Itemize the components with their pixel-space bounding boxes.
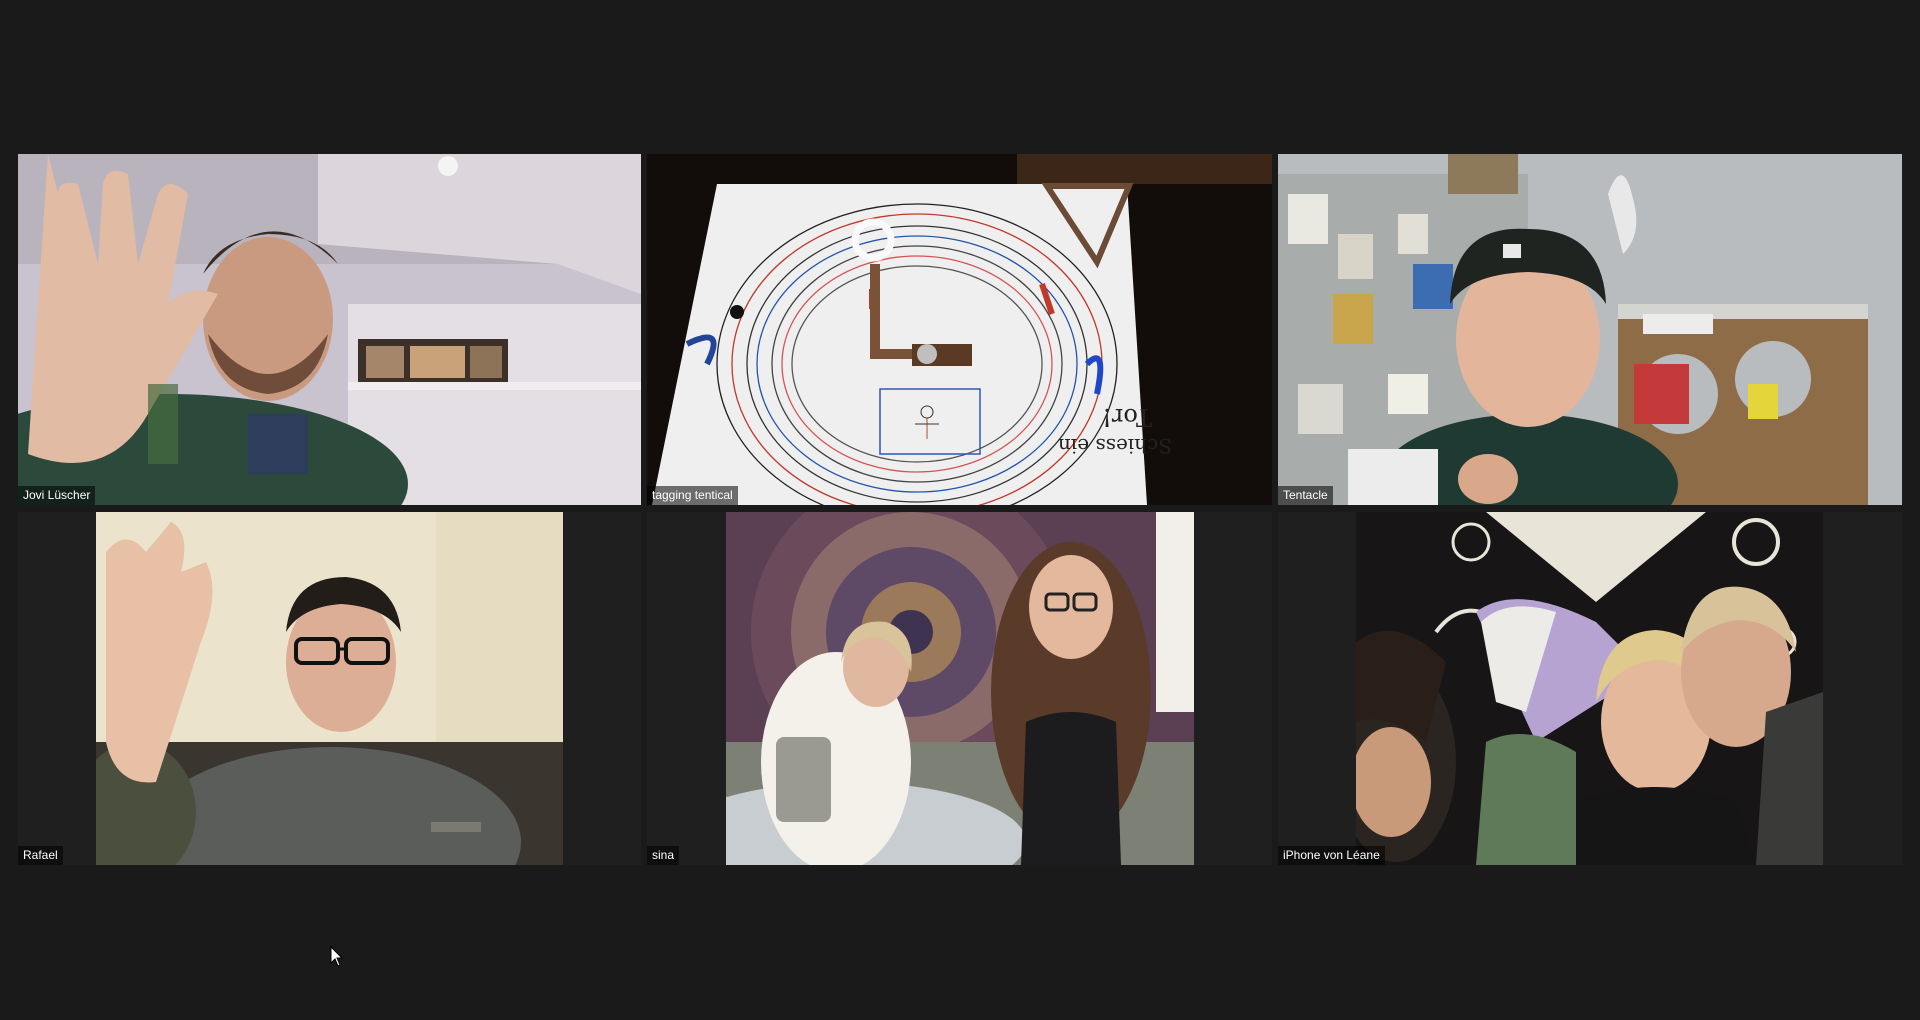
participant-video <box>1356 512 1823 865</box>
participant-video: Schiess ein Tor! <box>647 154 1272 505</box>
participant-name-label: tagging tentical <box>647 486 738 505</box>
participant-name-label: Jovi Lüscher <box>18 486 96 505</box>
drawing-text-line2: Tor! <box>1102 403 1152 431</box>
participant-video <box>1278 154 1902 505</box>
participant-name-label: Rafael <box>18 846 63 865</box>
participant-name-label: sina <box>647 846 680 865</box>
participant-tile-jovi[interactable]: Jovi Lüscher <box>18 154 641 505</box>
participant-video <box>18 154 641 505</box>
participant-tile-tagging-tentical[interactable]: Schiess ein Tor! tagging tentical <box>647 154 1272 505</box>
video-gallery: Jovi Lüscher Schiess ein Tor! tagging te… <box>0 0 1920 1020</box>
participant-tile-tentacle[interactable]: Tentacle <box>1278 154 1902 505</box>
participant-video <box>96 512 563 865</box>
participant-tile-rafael[interactable]: Rafael <box>18 512 641 865</box>
participant-tile-iphone-von-leane[interactable]: iPhone von Léane <box>1278 512 1902 865</box>
participant-name-label: iPhone von Léane <box>1278 846 1385 865</box>
drawing-text-line1: Schiess ein <box>1058 434 1172 458</box>
participant-video <box>726 512 1194 865</box>
participant-tile-sina[interactable]: sina <box>647 512 1272 865</box>
mouse-cursor-icon <box>330 946 344 967</box>
participant-name-label: Tentacle <box>1278 486 1333 505</box>
